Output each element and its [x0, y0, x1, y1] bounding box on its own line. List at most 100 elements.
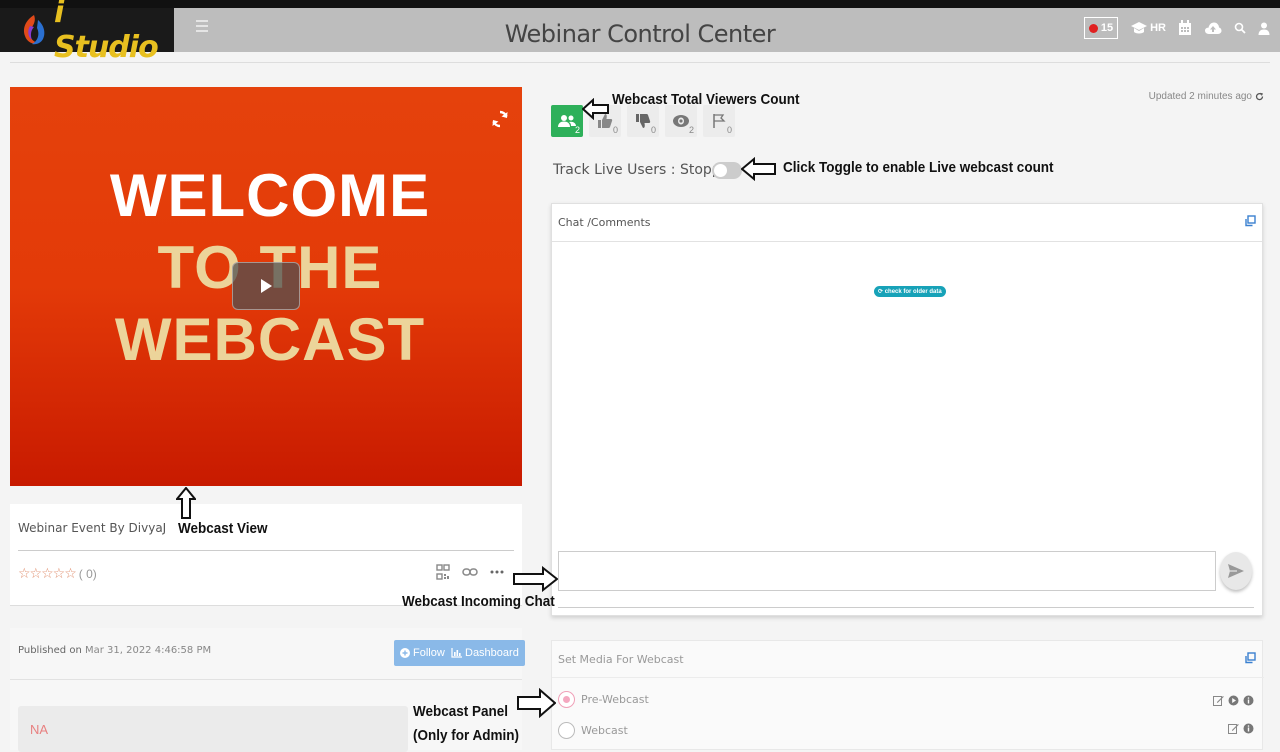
views-stat[interactable]: 2 — [665, 105, 697, 137]
record-dot-icon — [1088, 23, 1098, 33]
annotation-arrow-left-icon — [582, 98, 609, 120]
edit-icon[interactable] — [1228, 723, 1239, 734]
chat-title: Chat /Comments — [558, 216, 651, 229]
older-label: check for older data — [884, 289, 942, 295]
star-icons[interactable]: ☆☆☆☆☆ — [18, 565, 77, 581]
last-updated: Updated 2 minutes ago — [1149, 91, 1264, 102]
user-icon[interactable] — [1258, 22, 1270, 35]
recording-badge[interactable]: 15 — [1083, 17, 1119, 39]
dashboard-button[interactable]: Dashboard — [445, 640, 525, 666]
set-media-panel: Set Media For Webcast Pre-Webcast Webcas… — [551, 640, 1264, 750]
info-icon[interactable] — [1243, 723, 1254, 734]
stats-row: 2 0 0 2 0 — [551, 105, 735, 137]
video-line-1: WELCOME — [109, 162, 431, 229]
media-option-label: Pre-Webcast — [581, 693, 649, 706]
chat-message-input[interactable] — [558, 551, 1216, 591]
annotation-viewers-count: Webcast Total Viewers Count — [612, 91, 800, 108]
updated-text: Updated 2 minutes ago — [1148, 91, 1252, 102]
logo-flame-icon — [16, 12, 52, 48]
published-label: Published on — [18, 645, 82, 656]
edit-icon[interactable] — [1213, 695, 1224, 706]
annotation-arrow-right-icon — [513, 566, 558, 592]
flags-count: 0 — [726, 125, 732, 135]
send-icon — [1228, 564, 1244, 578]
popout-icon[interactable] — [1244, 215, 1256, 227]
media-title: Set Media For Webcast — [558, 653, 684, 666]
cloud-upload-icon[interactable] — [1204, 21, 1222, 35]
radio-selected[interactable] — [558, 691, 575, 708]
annotation-arrow-left-icon — [741, 157, 776, 181]
popout-icon[interactable] — [1244, 652, 1256, 664]
link-icon[interactable] — [462, 567, 478, 577]
annotation-panel-line1: Webcast Panel — [413, 703, 509, 720]
more-options-icon[interactable] — [490, 570, 504, 574]
flags-stat[interactable]: 0 — [703, 105, 735, 137]
top-strip — [0, 0, 1280, 8]
event-divider — [18, 550, 514, 551]
dislikes-stat[interactable]: 0 — [627, 105, 659, 137]
calendar-icon[interactable] — [1178, 20, 1192, 36]
annotation-incoming-chat: Webcast Incoming Chat — [402, 593, 555, 610]
chat-header: Chat /Comments — [552, 204, 1262, 242]
likes-count: 0 — [612, 125, 618, 135]
thumbs-down-icon — [636, 114, 651, 128]
toggle-knob — [713, 163, 728, 178]
play-button[interactable] — [232, 262, 300, 310]
media-option-webcast[interactable]: Webcast — [558, 722, 628, 739]
follow-label: Follow — [413, 647, 445, 659]
viewers-count: 2 — [574, 125, 580, 135]
search-icon[interactable] — [1234, 22, 1246, 34]
user-role-button[interactable]: HR — [1130, 21, 1166, 35]
qr-code-icon[interactable] — [436, 564, 450, 580]
dislikes-count: 0 — [650, 125, 656, 135]
chat-panel: Chat /Comments ⟳ check for older data — [551, 203, 1263, 616]
description-text: NA — [30, 722, 49, 737]
flag-icon — [713, 114, 726, 128]
annotation-webcast-view: Webcast View — [178, 520, 268, 537]
header-actions: 15 HR — [1083, 17, 1270, 39]
published-info: Published on Mar 31, 2022 4:46:58 PM — [18, 645, 211, 656]
check-older-data-button[interactable]: ⟳ check for older data — [874, 286, 946, 297]
annotation-arrow-right-icon — [517, 688, 556, 718]
dashboard-label: Dashboard — [465, 647, 519, 659]
menu-toggle-icon[interactable] — [196, 20, 208, 32]
media-option-pre-webcast[interactable]: Pre-Webcast — [558, 691, 649, 708]
rating-stars[interactable]: ☆☆☆☆☆( 0) — [18, 565, 97, 582]
track-live-users-label: Track Live Users : Stopped — [553, 162, 739, 178]
graduation-cap-icon — [1131, 22, 1148, 34]
user-role-label: HR — [1150, 22, 1166, 34]
eye-icon — [673, 115, 689, 127]
publish-info-card: Published on Mar 31, 2022 4:46:58 PM Fol… — [10, 628, 525, 680]
logo[interactable]: i Studio — [0, 0, 174, 65]
play-circle-icon[interactable] — [1228, 695, 1239, 706]
event-title: Webinar Event By DivyaJ — [18, 521, 167, 535]
video-line-3: WEBCAST — [114, 306, 426, 373]
rating-count: ( 0) — [78, 567, 97, 581]
track-live-users-toggle[interactable] — [712, 162, 742, 179]
recording-count: 15 — [1100, 22, 1114, 34]
info-icon[interactable] — [1243, 695, 1254, 706]
webcast-video-player[interactable]: WELCOME TO THE WEBCAST — [10, 87, 522, 486]
reload-icon[interactable] — [1255, 92, 1264, 101]
webcast-actions — [1228, 723, 1254, 734]
views-count: 2 — [688, 125, 694, 135]
page-title: Webinar Control Center — [504, 20, 776, 48]
send-message-button[interactable] — [1220, 552, 1252, 590]
viewers-stat[interactable]: 2 — [551, 105, 583, 137]
annotation-arrow-up-icon — [176, 487, 196, 519]
plus-circle-icon — [400, 648, 410, 658]
bar-chart-icon — [451, 648, 462, 658]
play-icon — [261, 279, 272, 293]
refresh-icon[interactable] — [490, 109, 510, 129]
annotation-toggle-hint: Click Toggle to enable Live webcast coun… — [783, 159, 1054, 176]
event-actions — [436, 564, 504, 580]
media-option-label: Webcast — [581, 724, 628, 737]
logo-text: i Studio — [54, 0, 159, 65]
chat-bottom-divider — [558, 607, 1254, 608]
published-date: Mar 31, 2022 4:46:58 PM — [84, 645, 212, 656]
media-divider — [552, 677, 1264, 678]
annotation-panel-line2: (Only for Admin) — [413, 727, 520, 744]
radio-unselected[interactable] — [558, 722, 575, 739]
header-divider — [10, 62, 1270, 63]
follow-button[interactable]: Follow — [394, 640, 451, 666]
